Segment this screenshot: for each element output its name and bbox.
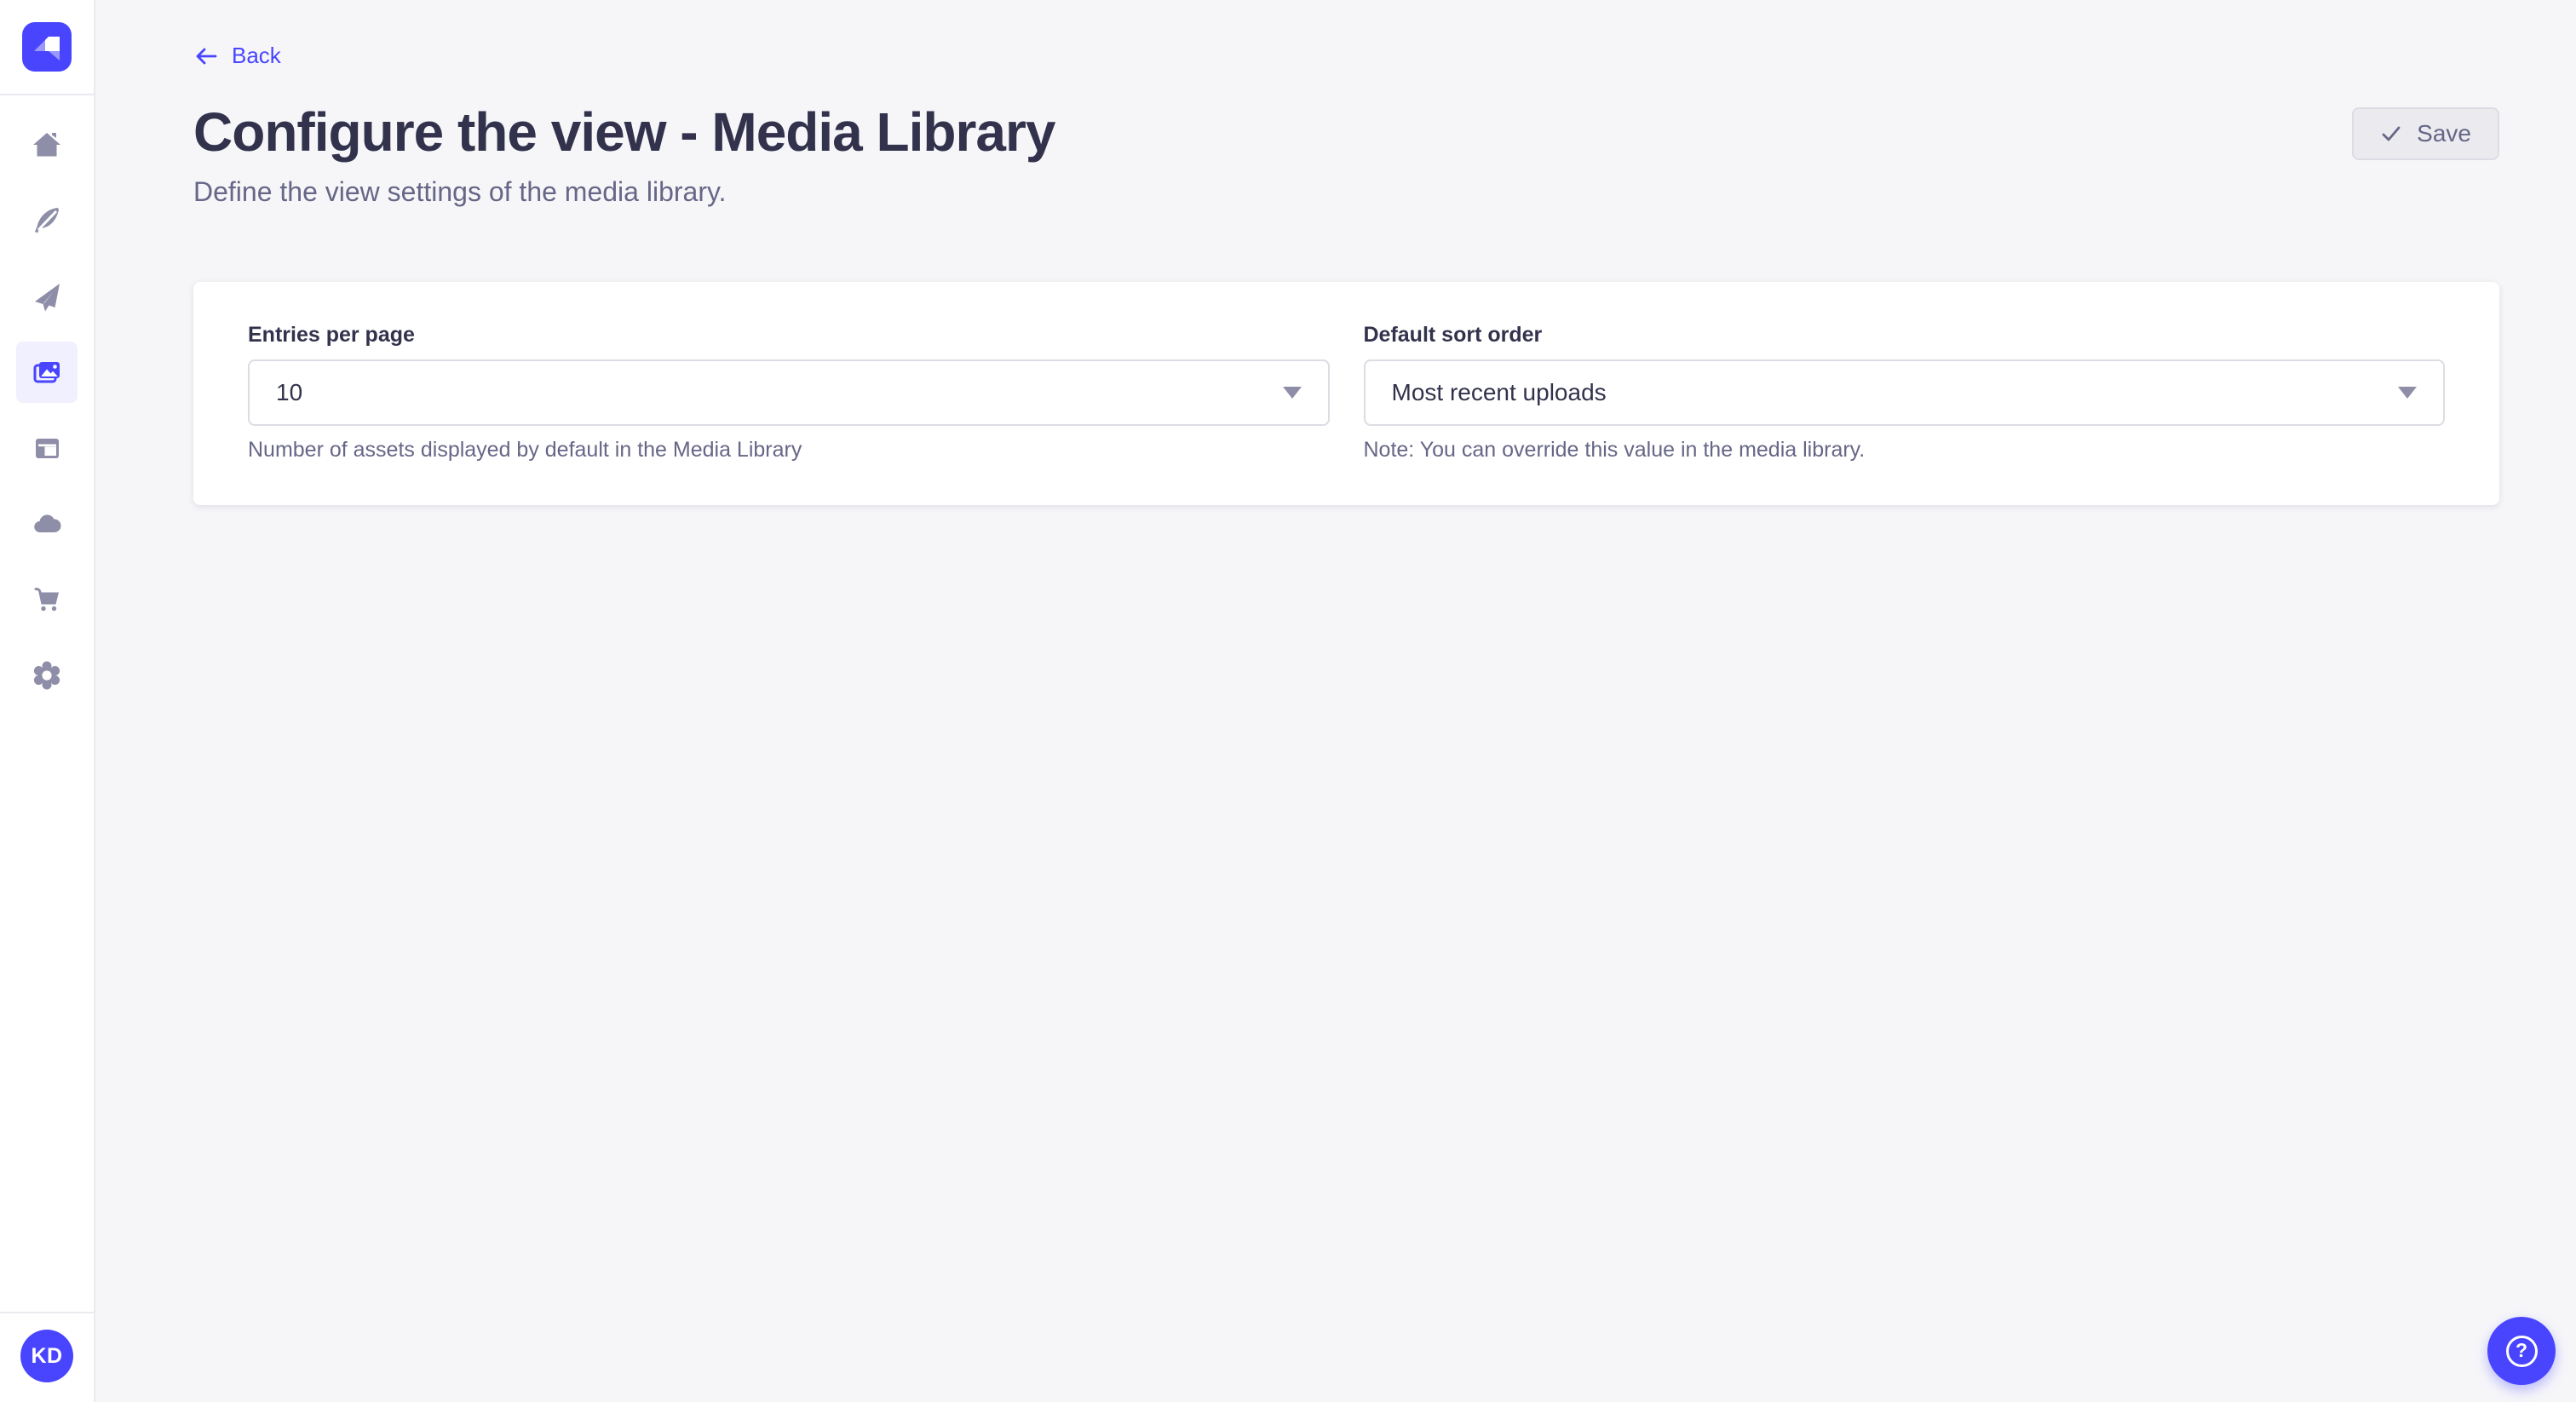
default-sort-order-field: Default sort order Most recent uploads N… bbox=[1364, 323, 2446, 463]
chevron-down-icon bbox=[2398, 387, 2417, 399]
help-question-icon: ? bbox=[2506, 1336, 2538, 1367]
entries-per-page-hint: Number of assets displayed by default in… bbox=[248, 438, 1330, 463]
sidebar-item-settings[interactable] bbox=[16, 645, 78, 706]
paper-plane-icon bbox=[30, 279, 64, 313]
sidebar-item-cloud[interactable] bbox=[16, 493, 78, 554]
settings-gear-icon bbox=[30, 658, 64, 692]
media-library-icon bbox=[30, 355, 64, 389]
back-link[interactable]: Back bbox=[193, 43, 281, 69]
page-header-titles: Configure the view - Media Library Defin… bbox=[193, 102, 1055, 208]
default-sort-order-hint: Note: You can override this value in the… bbox=[1364, 438, 2446, 463]
sidebar-item-home[interactable] bbox=[16, 114, 78, 175]
default-sort-order-label: Default sort order bbox=[1364, 323, 2446, 348]
feather-pen-icon bbox=[30, 204, 64, 238]
chevron-down-icon bbox=[1283, 387, 1302, 399]
main-content: Back Configure the view - Media Library … bbox=[95, 0, 2576, 1402]
sidebar-item-marketplace[interactable] bbox=[16, 569, 78, 630]
entries-per-page-label: Entries per page bbox=[248, 323, 1330, 348]
page-subtitle: Define the view settings of the media li… bbox=[193, 176, 1055, 208]
entries-per-page-value: 10 bbox=[276, 379, 302, 406]
help-button[interactable]: ? bbox=[2487, 1317, 2556, 1385]
entries-per-page-field: Entries per page 10 Number of assets dis… bbox=[248, 323, 1330, 463]
save-button-label: Save bbox=[2417, 120, 2471, 147]
layout-panel-icon bbox=[30, 431, 64, 465]
save-button[interactable]: Save bbox=[2352, 107, 2499, 160]
check-icon bbox=[2380, 123, 2402, 145]
home-icon bbox=[30, 128, 64, 162]
sidebar-item-media-library[interactable] bbox=[16, 342, 78, 403]
default-sort-order-value: Most recent uploads bbox=[1392, 379, 1607, 406]
page-header: Configure the view - Media Library Defin… bbox=[193, 102, 2499, 208]
cloud-icon bbox=[30, 507, 64, 541]
sidebar-item-content-manager[interactable] bbox=[16, 190, 78, 251]
default-sort-order-select[interactable]: Most recent uploads bbox=[1364, 359, 2446, 426]
page-title: Configure the view - Media Library bbox=[193, 102, 1055, 162]
shopping-cart-icon bbox=[30, 583, 64, 617]
sidebar-item-content-type-builder[interactable] bbox=[16, 417, 78, 479]
admin-app: { "app": { "name": "Strapi admin panel" … bbox=[0, 0, 2576, 1402]
strapi-logo-icon bbox=[22, 22, 72, 72]
sidebar-nav bbox=[16, 95, 78, 1312]
sidebar: KD bbox=[0, 0, 95, 1402]
user-avatar[interactable]: KD bbox=[20, 1330, 73, 1382]
view-settings-card: Entries per page 10 Number of assets dis… bbox=[193, 282, 2499, 505]
app-logo[interactable] bbox=[0, 0, 94, 95]
entries-per-page-select[interactable]: 10 bbox=[248, 359, 1330, 426]
arrow-left-icon bbox=[193, 43, 219, 69]
back-label: Back bbox=[232, 43, 281, 69]
user-section: KD bbox=[0, 1312, 94, 1402]
sidebar-item-deploy[interactable] bbox=[16, 266, 78, 327]
